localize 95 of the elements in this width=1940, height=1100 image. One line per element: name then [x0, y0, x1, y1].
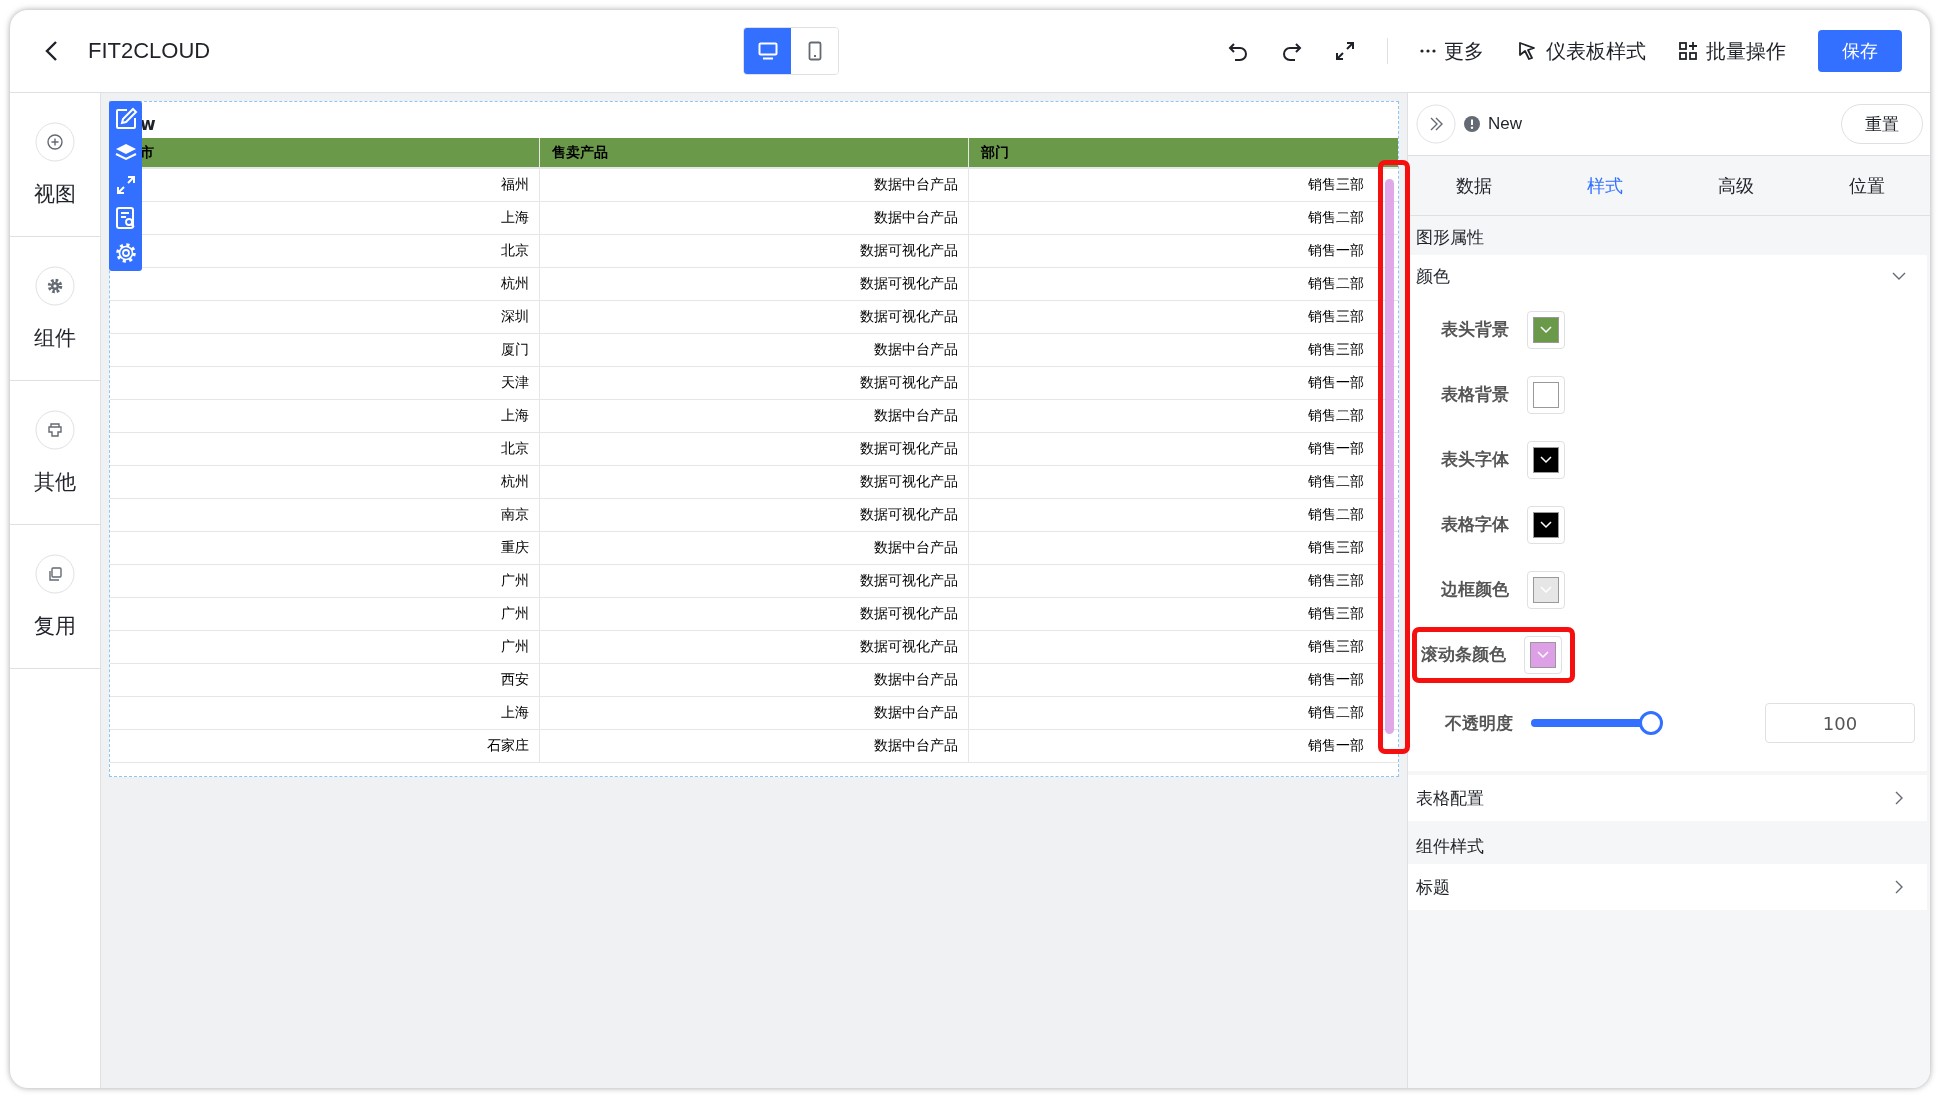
table-cell: 数据可视化产品	[539, 597, 969, 631]
settings-icon[interactable]	[35, 265, 75, 306]
setting-label: 表格字体	[1441, 513, 1509, 536]
table-cell: 厦门	[110, 333, 540, 367]
table-cell: 南京	[110, 498, 540, 532]
widget-name: New	[1488, 114, 1522, 134]
undo-icon[interactable]	[1227, 41, 1249, 61]
table-cell: 深圳	[110, 300, 540, 334]
table-cell: 石家庄	[110, 729, 540, 763]
scrollbar-thumb[interactable]	[1385, 179, 1394, 734]
table-cell: 天津	[110, 366, 540, 400]
table-cell: 广州	[110, 597, 540, 631]
redo-icon[interactable]	[1281, 41, 1303, 61]
cursor-icon	[1516, 40, 1538, 62]
table-cell: 广州	[110, 630, 540, 664]
color-picker[interactable]	[1524, 635, 1562, 674]
table-cell: 上海	[110, 696, 540, 730]
chevron-down-icon	[1540, 455, 1552, 464]
setting-label: 不透明度	[1445, 711, 1513, 735]
section-title: 图形属性	[1415, 226, 1485, 249]
sidebar-label[interactable]: 组件	[34, 323, 76, 352]
setting-label: 滚动条颜色	[1421, 643, 1506, 666]
table-cell: 数据可视化产品	[539, 267, 969, 301]
dashboard-title: FIT2CLOUD	[88, 38, 212, 64]
reset-button[interactable]: 重置	[1841, 104, 1923, 144]
back-icon[interactable]	[44, 40, 58, 62]
table-cell: 数据中台产品	[539, 399, 969, 433]
chevron-down-icon	[1537, 650, 1549, 659]
grid-icon	[1678, 41, 1698, 61]
batch-operation-button[interactable]: 批量操作	[1678, 37, 1786, 65]
panel-tab[interactable]: 高级	[1670, 156, 1802, 215]
chevron-down-icon	[1540, 520, 1552, 529]
setting-label: 边框颜色	[1441, 578, 1509, 601]
table-cell: 数据可视化产品	[539, 630, 969, 664]
section-title: 组件样式	[1415, 835, 1485, 858]
group-title[interactable]: 颜色	[1416, 264, 1450, 288]
info-icon	[1464, 116, 1480, 132]
monitor-icon	[757, 42, 778, 60]
table-cell: 数据可视化产品	[539, 300, 969, 334]
phone-icon	[807, 41, 822, 61]
desktop-view-button[interactable]	[744, 28, 791, 74]
column-header: 部门	[968, 138, 1398, 168]
table-cell: 北京	[110, 432, 540, 466]
setting-label: 表头字体	[1441, 448, 1509, 471]
dashboard-style-button[interactable]: 仪表板样式	[1516, 37, 1646, 65]
chevron-down-icon	[1540, 325, 1552, 334]
table-cell: 上海	[110, 399, 540, 433]
sidebar-label[interactable]: 其他	[34, 467, 76, 496]
table-cell: 数据可视化产品	[539, 498, 969, 532]
color-picker[interactable]	[1527, 440, 1565, 479]
edit-icon[interactable]	[113, 107, 138, 131]
settings-icon[interactable]	[113, 241, 138, 265]
column-header: 售卖产品	[539, 138, 969, 168]
table-cell: 广州	[110, 564, 540, 598]
table-cell: 数据可视化产品	[539, 465, 969, 499]
sidebar-label[interactable]: 视图	[34, 179, 76, 208]
opacity-slider[interactable]	[1531, 711, 1663, 735]
table-cell: 数据中台产品	[539, 696, 969, 730]
more-button[interactable]: 更多	[1420, 37, 1484, 65]
fullscreen-icon[interactable]	[1335, 41, 1355, 61]
widget-title: w	[140, 113, 156, 136]
printer-icon[interactable]	[35, 409, 75, 450]
add-icon[interactable]	[35, 121, 75, 162]
table-cell: 数据中台产品	[539, 333, 969, 367]
table-cell: 重庆	[110, 531, 540, 565]
table-cell: 数据可视化产品	[539, 432, 969, 466]
color-picker[interactable]	[1527, 570, 1565, 609]
save-button[interactable]: 保存	[1818, 30, 1902, 72]
color-picker[interactable]	[1527, 505, 1565, 544]
table-cell: 数据可视化产品	[539, 366, 969, 400]
table-cell: 西安	[110, 663, 540, 697]
table-cell: 数据中台产品	[539, 201, 969, 235]
opacity-input[interactable]: 100	[1765, 703, 1915, 743]
document-search-icon[interactable]	[114, 206, 137, 230]
table-cell: 数据中台产品	[539, 729, 969, 763]
table-cell: 数据中台产品	[539, 168, 969, 202]
table-cell: 销售一部	[968, 729, 1398, 763]
panel-tab[interactable]: 位置	[1801, 156, 1930, 215]
sidebar-label[interactable]: 复用	[34, 611, 76, 640]
color-picker[interactable]	[1527, 310, 1565, 349]
table-cell: 数据中台产品	[539, 663, 969, 697]
expand-icon[interactable]	[115, 175, 136, 195]
group-title[interactable]: 表格配置	[1416, 786, 1484, 810]
panel-tab[interactable]: 数据	[1408, 156, 1540, 215]
copy-icon[interactable]	[35, 553, 75, 594]
table-cell: 数据中台产品	[539, 531, 969, 565]
setting-label: 表格背景	[1441, 383, 1509, 406]
chevron-down-icon	[1540, 585, 1552, 594]
table-cell: 杭州	[110, 465, 540, 499]
group-title[interactable]: 标题	[1416, 875, 1450, 899]
color-picker[interactable]	[1527, 375, 1565, 414]
more-icon	[1420, 48, 1436, 54]
table-cell: 数据可视化产品	[539, 564, 969, 598]
table-cell: 数据可视化产品	[539, 234, 969, 268]
setting-label: 表头背景	[1441, 318, 1509, 341]
